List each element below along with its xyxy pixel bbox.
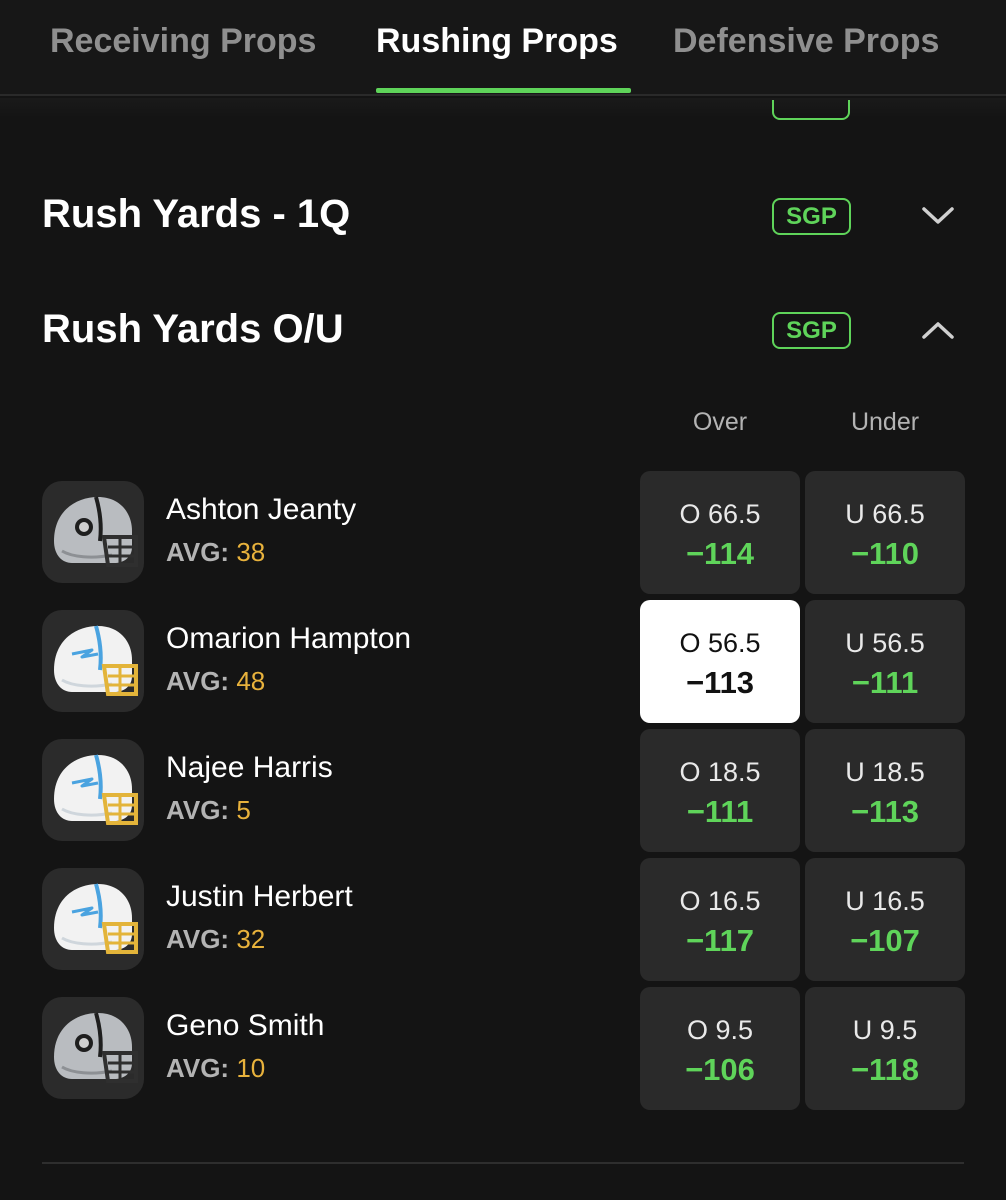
tab-receiving-props[interactable]: Receiving Props [50, 22, 316, 61]
under-price: −107 [850, 923, 920, 958]
under-line: U 18.5 [845, 757, 925, 787]
over-odds-button[interactable]: O 18.5 −111 [640, 729, 800, 852]
helmet-icon [42, 739, 144, 841]
player-average: AVG: 5 [166, 795, 251, 826]
under-line: U 9.5 [852, 1015, 918, 1045]
over-price: −106 [685, 1052, 755, 1087]
over-odds-button[interactable]: O 9.5 −106 [640, 987, 800, 1110]
avg-value: 10 [236, 1053, 266, 1083]
rushing-props-screen: Receiving Props Rushing Props Defensive … [0, 0, 1006, 1200]
player-average: AVG: 10 [166, 1053, 265, 1084]
helmet-icon [42, 997, 144, 1099]
under-price: −110 [850, 536, 920, 571]
over-line: O 56.5 [679, 628, 761, 658]
avg-value: 5 [236, 795, 251, 825]
under-odds-button[interactable]: U 16.5 −107 [805, 858, 965, 981]
under-price: −111 [851, 665, 919, 700]
over-odds-button-selected[interactable]: O 56.5 −113 [640, 600, 800, 723]
under-price: −118 [850, 1052, 920, 1087]
section-title-rush-yards-ou[interactable]: Rush Yards O/U [42, 307, 344, 352]
under-price: −113 [850, 794, 920, 829]
column-header-over: Over [692, 408, 748, 436]
avg-label: AVG: [166, 924, 230, 954]
active-tab-indicator [376, 88, 631, 93]
tab-bar: Receiving Props Rushing Props Defensive … [0, 0, 1006, 96]
helmet-icon [42, 868, 144, 970]
avg-label: AVG: [166, 795, 230, 825]
avg-value: 48 [236, 666, 266, 696]
tab-defensive-props[interactable]: Defensive Props [673, 22, 939, 61]
player-name: Najee Harris [166, 751, 333, 784]
under-odds-button[interactable]: U 66.5 −110 [805, 471, 965, 594]
under-odds-button[interactable]: U 18.5 −113 [805, 729, 965, 852]
column-header-under: Under [850, 408, 920, 436]
sgp-badge: SGP [772, 198, 851, 235]
section-divider [42, 1162, 964, 1164]
chevron-up-icon[interactable] [920, 319, 956, 341]
over-line: O 16.5 [679, 886, 761, 916]
player-name: Omarion Hampton [166, 622, 412, 655]
sgp-badge: SGP [772, 312, 851, 349]
under-line: U 66.5 [845, 499, 925, 529]
helmet-icon [42, 610, 144, 712]
avg-value: 38 [236, 537, 266, 567]
under-line: U 16.5 [845, 886, 925, 916]
avg-value: 32 [236, 924, 266, 954]
over-odds-button[interactable]: O 16.5 −117 [640, 858, 800, 981]
helmet-icon [42, 481, 144, 583]
avg-label: AVG: [166, 537, 230, 567]
under-line: U 56.5 [845, 628, 925, 658]
over-price: −113 [685, 665, 755, 700]
avg-label: AVG: [166, 1053, 230, 1083]
player-name: Justin Herbert [166, 880, 353, 913]
section-title-rush-yards-1q[interactable]: Rush Yards - 1Q [42, 192, 350, 237]
previous-section-title-cutoff [42, 100, 342, 118]
under-odds-button[interactable]: U 56.5 −111 [805, 600, 965, 723]
player-average: AVG: 38 [166, 537, 265, 568]
over-price: −117 [685, 923, 755, 958]
previous-sgp-badge-cutoff [772, 100, 850, 120]
over-line: O 66.5 [679, 499, 761, 529]
over-line: O 18.5 [679, 757, 761, 787]
chevron-down-icon[interactable] [920, 205, 956, 227]
under-odds-button[interactable]: U 9.5 −118 [805, 987, 965, 1110]
player-average: AVG: 32 [166, 924, 265, 955]
player-name: Ashton Jeanty [166, 493, 357, 526]
over-price: −114 [685, 536, 755, 571]
tab-rushing-props[interactable]: Rushing Props [376, 22, 618, 61]
player-average: AVG: 48 [166, 666, 265, 697]
over-odds-button[interactable]: O 66.5 −114 [640, 471, 800, 594]
player-name: Geno Smith [166, 1009, 325, 1042]
avg-label: AVG: [166, 666, 230, 696]
over-line: O 9.5 [686, 1015, 754, 1045]
over-price: −111 [686, 794, 754, 829]
